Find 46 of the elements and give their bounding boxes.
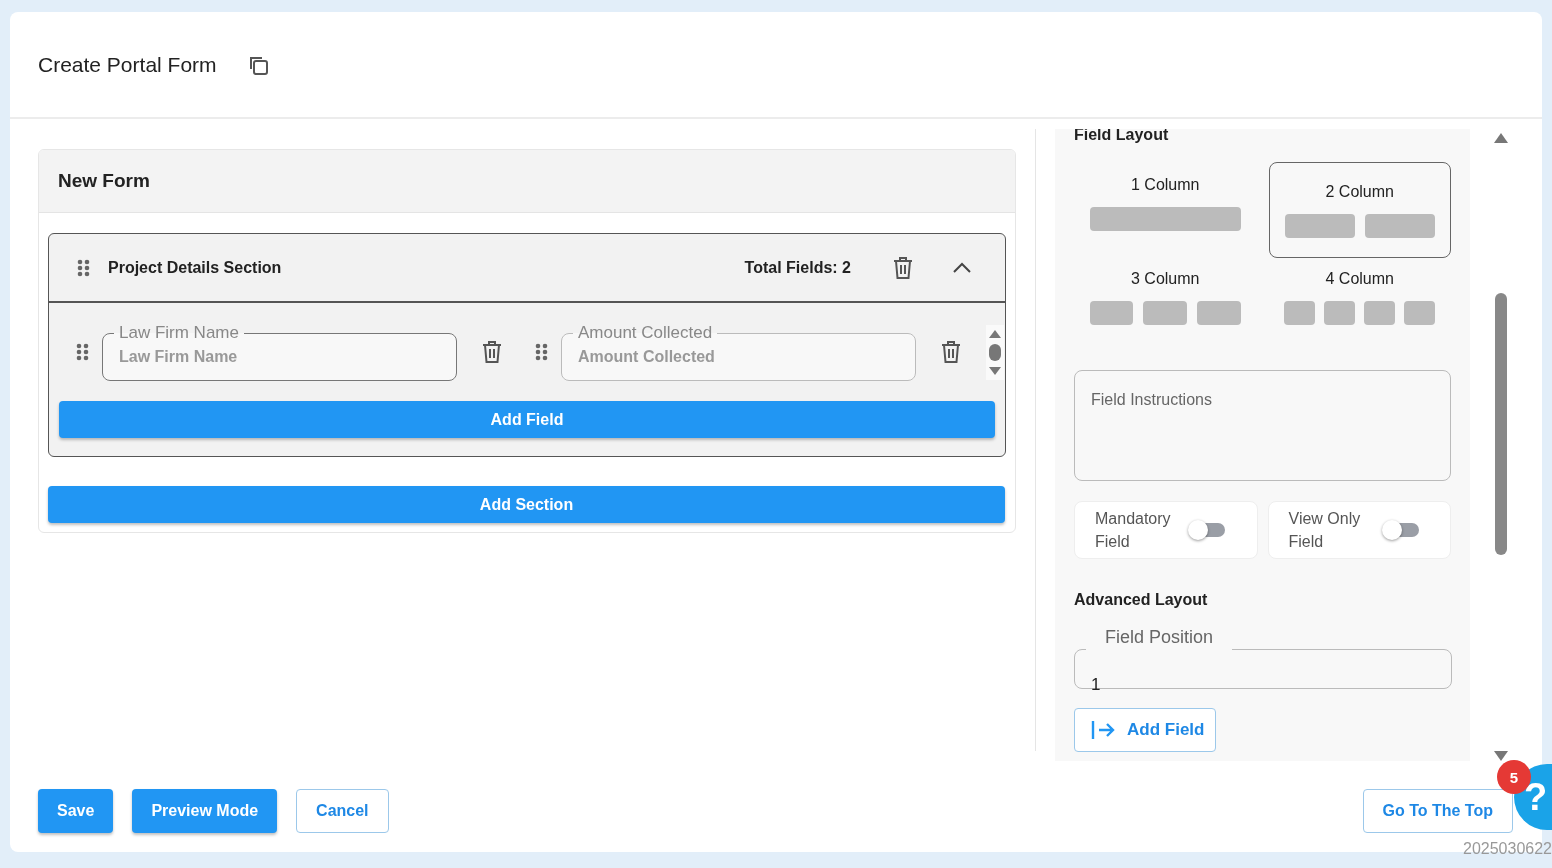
section-heading: Advanced Layout	[1074, 591, 1209, 609]
scroll-down-icon[interactable]	[1494, 751, 1508, 761]
field-label: Law Firm Name	[118, 323, 240, 343]
trash-icon[interactable]	[940, 340, 962, 364]
layout-option[interactable]: 2 Column	[1268, 162, 1451, 258]
scroll-thumb[interactable]	[989, 343, 1001, 361]
page-title: Create Portal Form	[38, 52, 217, 77]
cancel-button[interactable]: Cancel	[296, 788, 389, 833]
scroll-down-icon[interactable]	[989, 366, 1001, 376]
layout-option[interactable]: 1 Column	[1074, 162, 1257, 244]
action-button[interactable]: Save	[38, 788, 114, 833]
add-field-button[interactable]: Add Field	[59, 401, 995, 438]
build-number: 2025030622	[1463, 839, 1552, 859]
layout-option[interactable]: 4 Column	[1268, 256, 1451, 338]
scroll-up-icon[interactable]	[1494, 133, 1508, 143]
drag-handle-icon[interactable]	[535, 343, 548, 361]
field-input[interactable]: Law Firm Name	[119, 347, 440, 367]
scrollbar[interactable]	[986, 324, 1004, 380]
section-title: Project Details Section	[108, 258, 283, 277]
section-heading: Field Layout	[1074, 129, 1170, 144]
field-label: Amount Collected	[577, 323, 714, 343]
field-label: Field Position	[1104, 627, 1215, 649]
arrow-into-bar-icon	[1091, 720, 1115, 740]
toggle-label: View Only Field	[1288, 509, 1362, 552]
add-field-button[interactable]: Add Field	[1074, 708, 1216, 752]
toggle-switch[interactable]	[1191, 523, 1225, 537]
instructions-field[interactable]: Field Instructions	[1074, 370, 1451, 481]
field-input[interactable]: Amount Collected	[578, 347, 899, 367]
drag-handle-icon[interactable]	[76, 343, 89, 361]
total-fields-label: Total Fields: 2	[744, 258, 851, 277]
text-field[interactable]: Law Firm Name Law Firm Name	[102, 323, 457, 381]
toggle-switch[interactable]	[1384, 523, 1419, 537]
toggle-label: Mandatory Field	[1095, 509, 1172, 552]
text-field[interactable]: Amount Collected Amount Collected	[561, 323, 916, 381]
collapse-caret-icon[interactable]	[952, 261, 972, 274]
scroll-up-icon[interactable]	[989, 328, 1001, 338]
layout-option[interactable]: 3 Column	[1074, 256, 1257, 338]
drag-handle-icon[interactable]	[77, 258, 90, 277]
trash-icon[interactable]	[481, 340, 503, 364]
trash-icon[interactable]	[892, 255, 914, 280]
scroll-thumb[interactable]	[1495, 293, 1507, 555]
action-button[interactable]: Preview Mode	[132, 788, 278, 833]
go-to-top-button[interactable]: Go To The Top	[1362, 788, 1513, 833]
add-section-button[interactable]: Add Section	[48, 486, 1005, 523]
position-field[interactable]: Field Position 1	[1074, 627, 1452, 689]
form-title: New Form	[58, 170, 150, 192]
